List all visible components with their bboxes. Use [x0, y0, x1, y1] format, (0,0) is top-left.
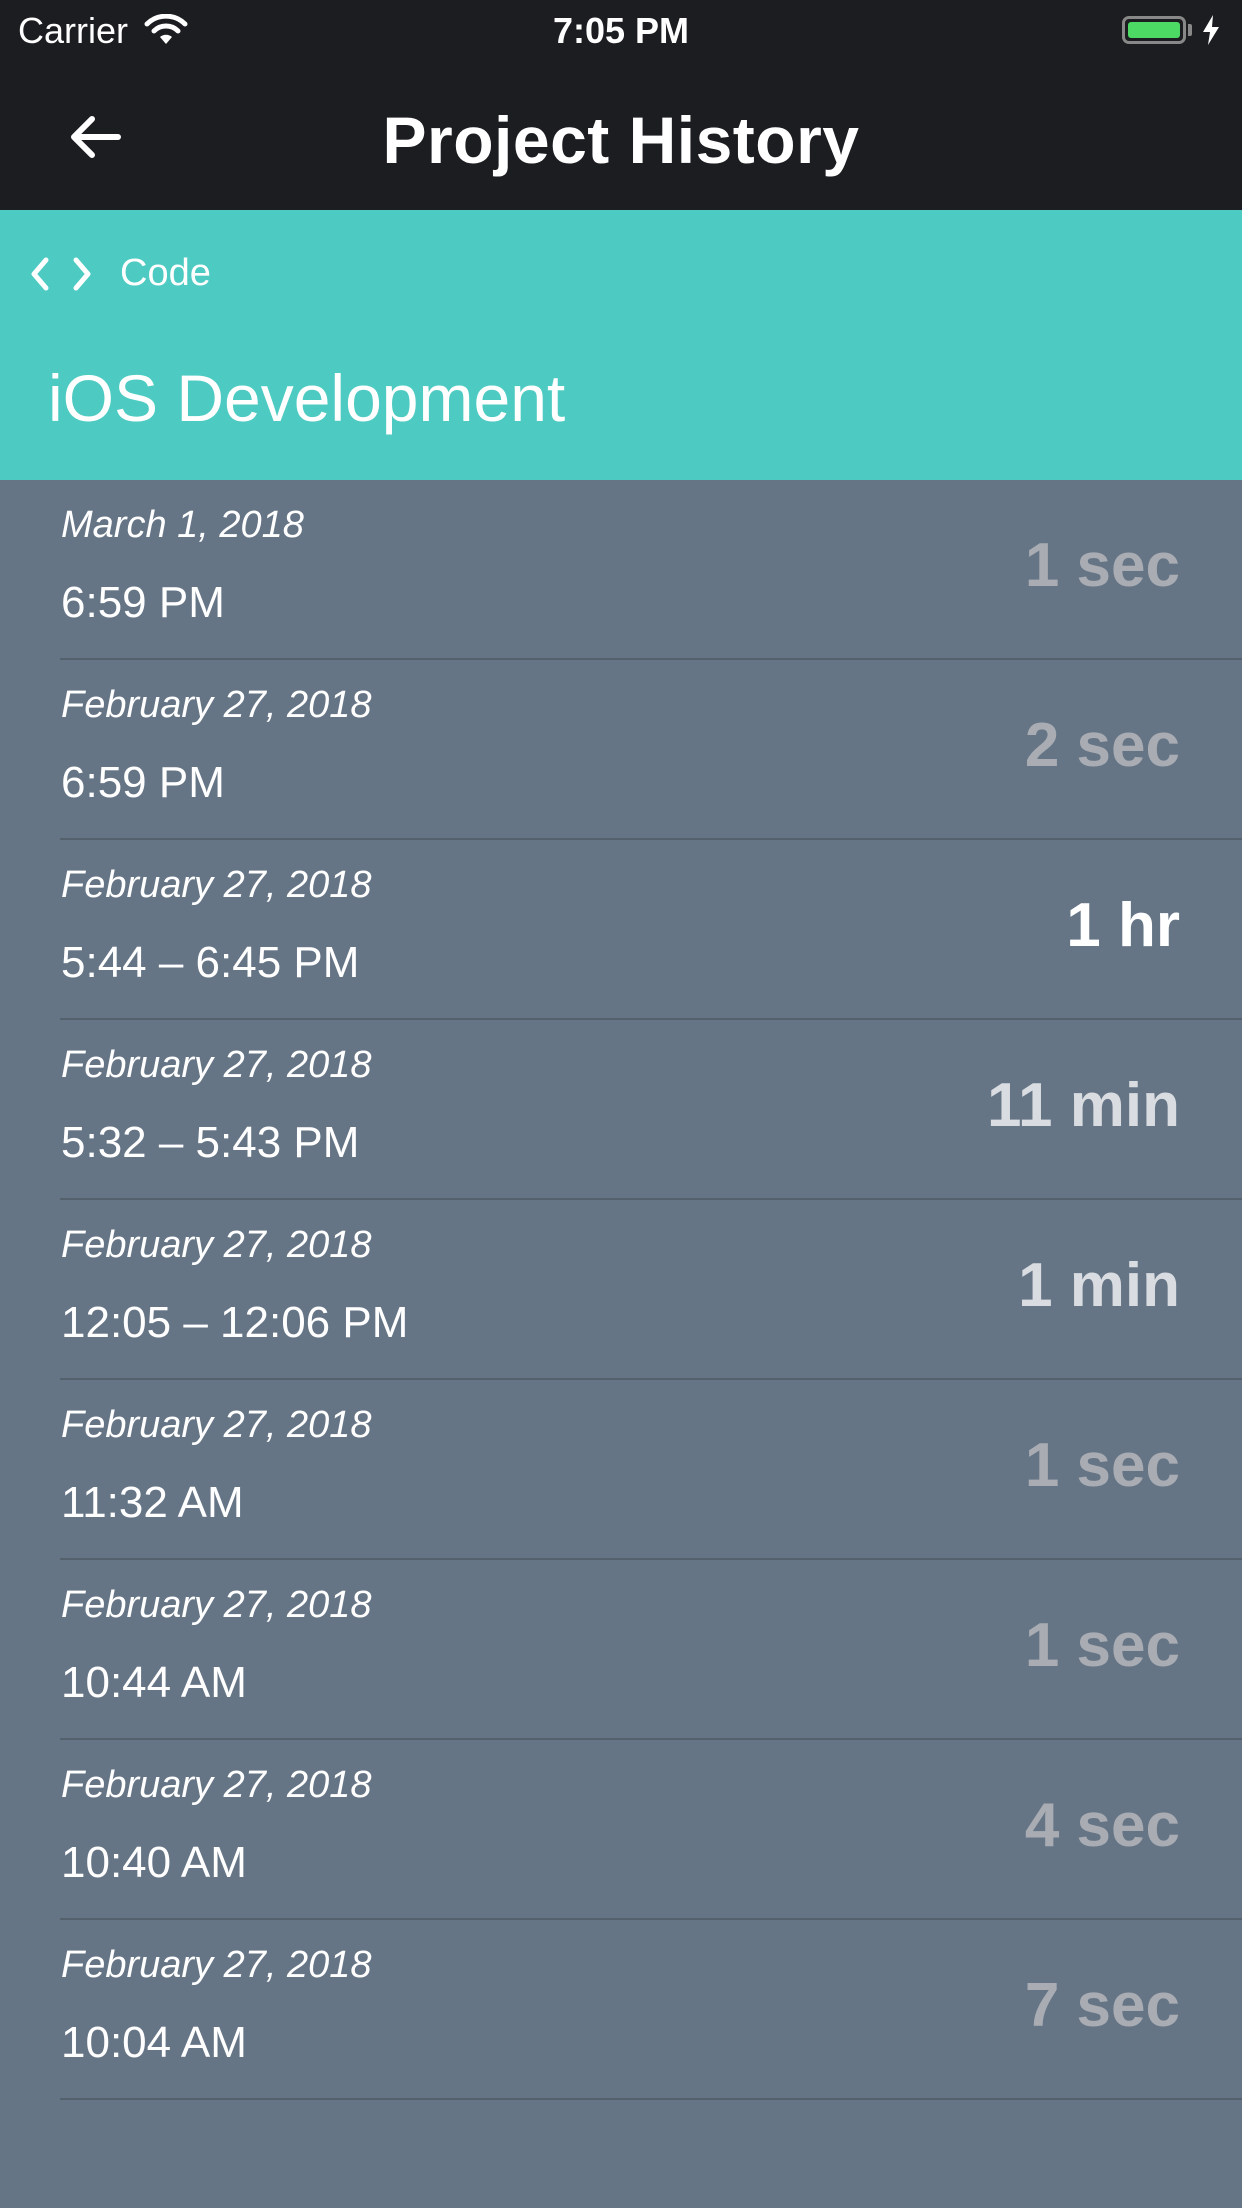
- project-category: Code: [30, 252, 211, 295]
- session-row[interactable]: February 27, 2018 10:44 AM 1 sec: [0, 1560, 1242, 1740]
- session-time-range: 10:44 AM: [61, 1658, 247, 1707]
- session-time-range: 5:44 – 6:45 PM: [61, 938, 360, 987]
- session-date: February 27, 2018: [61, 864, 372, 906]
- session-row[interactable]: February 27, 2018 5:32 – 5:43 PM 11 min: [0, 1020, 1242, 1200]
- status-bar: Carrier 7:05 PM: [0, 0, 1242, 62]
- battery-level: [1128, 22, 1180, 38]
- session-time-range: 6:59 PM: [61, 758, 225, 807]
- session-date: February 27, 2018: [61, 1944, 372, 1986]
- session-time-range: 12:05 – 12:06 PM: [61, 1298, 409, 1347]
- session-time-range: 10:04 AM: [61, 2018, 247, 2067]
- session-time-range: 11:32 AM: [61, 1478, 244, 1527]
- session-date: February 27, 2018: [61, 1404, 372, 1446]
- session-duration: 2 sec: [1024, 711, 1180, 780]
- session-row[interactable]: February 27, 2018 12:05 – 12:06 PM 1 min: [0, 1200, 1242, 1380]
- session-date: February 27, 2018: [61, 1044, 372, 1086]
- session-duration: 1 min: [1018, 1251, 1180, 1320]
- project-name: iOS Development: [48, 361, 566, 435]
- session-time-range: 5:32 – 5:43 PM: [61, 1118, 360, 1167]
- session-row[interactable]: February 27, 2018 6:59 PM 2 sec: [0, 660, 1242, 840]
- page-title: Project History: [382, 103, 860, 177]
- session-date: February 27, 2018: [61, 1764, 372, 1806]
- session-list: March 1, 2018 6:59 PM 1 sec February 27, 20…: [0, 480, 1242, 2100]
- code-icon: [31, 257, 91, 290]
- session-row[interactable]: February 27, 2018 11:32 AM 1 sec: [0, 1380, 1242, 1560]
- session-row[interactable]: February 27, 2018 5:44 – 6:45 PM 1 hr: [0, 840, 1242, 1020]
- session-date: February 27, 2018: [61, 684, 372, 726]
- session-date: February 27, 2018: [61, 1224, 372, 1266]
- session-date: March 1, 2018: [61, 504, 304, 546]
- status-time: 7:05 PM: [552, 10, 690, 51]
- session-time-range: 6:59 PM: [61, 578, 225, 627]
- session-duration: 1 hr: [1066, 891, 1180, 960]
- navigation-bar: Project History: [0, 62, 1242, 210]
- session-row[interactable]: March 1, 2018 6:59 PM 1 sec: [0, 480, 1242, 660]
- category-label: Code: [120, 252, 211, 294]
- session-duration: 1 sec: [1024, 1431, 1180, 1500]
- session-duration: 11 min: [987, 1071, 1180, 1140]
- charging-bolt-icon: [1203, 15, 1219, 45]
- project-header: Code iOS Development: [0, 210, 1242, 480]
- session-time-range: 10:40 AM: [61, 1838, 247, 1887]
- battery-tip: [1188, 24, 1192, 36]
- session-row[interactable]: February 27, 2018 10:40 AM 4 sec: [0, 1740, 1242, 1920]
- session-duration: 1 sec: [1024, 531, 1180, 600]
- battery-icon: [1122, 16, 1186, 44]
- session-date: February 27, 2018: [61, 1584, 372, 1626]
- session-duration: 7 sec: [1024, 1971, 1180, 2040]
- session-duration: 1 sec: [1024, 1611, 1180, 1680]
- session-duration: 4 sec: [1024, 1791, 1180, 1860]
- session-row[interactable]: February 27, 2018 10:04 AM 7 sec: [0, 1920, 1242, 2100]
- battery-indicator: [1122, 14, 1222, 46]
